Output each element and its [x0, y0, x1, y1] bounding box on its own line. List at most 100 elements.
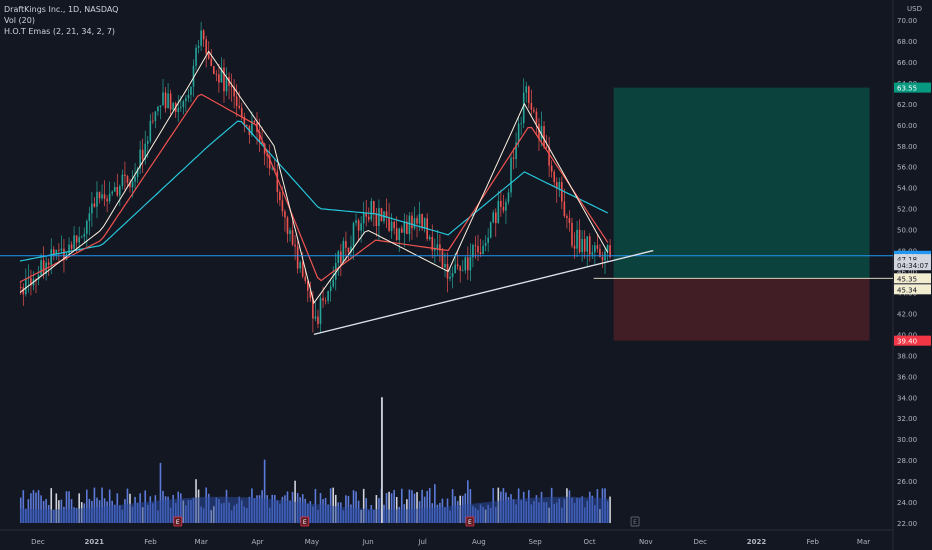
- time-axis-label: Mar: [857, 538, 870, 546]
- candle-body: [545, 146, 548, 148]
- price-chart[interactable]: 70.0068.0066.0064.0062.0060.0058.0056.00…: [0, 0, 932, 550]
- candle-body: [563, 201, 566, 217]
- candle-body: [342, 241, 345, 263]
- time-axis-label: 2021: [84, 538, 104, 546]
- candle-body: [456, 264, 459, 267]
- price-axis-label: 54.00: [897, 185, 917, 193]
- candle-body: [50, 249, 53, 265]
- indicator-legend[interactable]: H.O.T Emas (2, 21, 34, 2, 7): [4, 26, 118, 37]
- price-axis-label: 24.00: [897, 499, 917, 507]
- candle-body: [152, 120, 154, 122]
- time-axis-label: Oct: [583, 538, 595, 546]
- candle-body: [449, 276, 451, 279]
- candle-body: [327, 291, 329, 301]
- candle-body: [218, 74, 220, 83]
- candle-body: [375, 213, 378, 227]
- candle-body: [215, 73, 218, 75]
- candle-body: [167, 93, 169, 109]
- time-axis-label: Feb: [807, 538, 820, 546]
- price-axis-label: 66.00: [897, 59, 917, 67]
- candle-body: [205, 39, 207, 54]
- candle-body: [581, 239, 583, 253]
- price-tag-label: 39.40: [897, 338, 917, 346]
- price-axis-label: 62.00: [897, 101, 917, 109]
- candle-body: [576, 229, 578, 249]
- candle-body: [400, 228, 403, 233]
- price-axis-label: 36.00: [897, 373, 917, 381]
- candle-body: [324, 300, 327, 302]
- candle-body: [157, 106, 159, 112]
- candle-body: [525, 86, 528, 93]
- time-axis-label: Feb: [144, 538, 157, 546]
- candle-body: [47, 262, 50, 265]
- candle-body: [108, 193, 111, 202]
- candle-body: [469, 257, 472, 271]
- candle-body: [25, 278, 27, 295]
- candle-body: [365, 213, 368, 217]
- symbol-legend[interactable]: DraftKings Inc., 1D, NASDAQ: [4, 4, 118, 15]
- candle-body: [428, 237, 431, 240]
- candle-body: [550, 165, 553, 172]
- price-tag-label: 45.35: [897, 275, 917, 283]
- price-axis-label: 56.00: [897, 164, 917, 172]
- candle-body: [294, 244, 296, 247]
- candle-body: [291, 230, 294, 245]
- candle-body: [398, 228, 401, 241]
- time-axis-label: Jun: [362, 538, 374, 546]
- candle-body: [571, 222, 573, 246]
- candle-body: [378, 208, 380, 227]
- candle-body: [502, 206, 505, 211]
- candle-body: [83, 233, 86, 237]
- candle-body: [421, 213, 423, 229]
- candle-body: [489, 222, 492, 238]
- candle-body: [601, 256, 604, 261]
- candle-body: [177, 108, 180, 112]
- candle-body: [451, 273, 454, 277]
- candle-body: [583, 239, 586, 252]
- candle-body: [296, 246, 299, 269]
- candle-body: [75, 235, 78, 243]
- candle-body: [492, 212, 495, 223]
- time-axis-label: Dec: [693, 538, 707, 546]
- candle-body: [131, 181, 134, 188]
- candle-body: [459, 266, 462, 271]
- candle-body: [340, 251, 342, 263]
- candle-body: [101, 194, 103, 199]
- volume-legend[interactable]: Vol (20): [4, 15, 118, 26]
- candle-body: [58, 249, 60, 251]
- candle-body: [86, 220, 88, 234]
- time-axis-label: May: [305, 538, 319, 546]
- price-axis-label: 32.00: [897, 415, 917, 423]
- candle-body: [322, 298, 324, 301]
- candle-body: [246, 125, 248, 127]
- candle-body: [103, 194, 106, 199]
- candle-body: [528, 86, 530, 103]
- candle-body: [284, 211, 286, 218]
- candle-body: [281, 200, 284, 212]
- candle-body: [93, 203, 96, 207]
- candle-body: [441, 250, 444, 268]
- candle-body: [73, 235, 75, 249]
- candle-body: [185, 98, 187, 102]
- candle-body: [416, 218, 418, 224]
- candle-body: [121, 174, 124, 187]
- candle-body: [543, 126, 545, 147]
- candle-body: [507, 192, 510, 202]
- candle-body: [182, 101, 185, 108]
- candle-body: [345, 241, 347, 248]
- candle-body: [352, 223, 355, 247]
- candle-body: [202, 30, 205, 40]
- candle-body: [395, 228, 398, 241]
- candle-body: [357, 220, 360, 231]
- volume-spike-bar: [381, 397, 383, 523]
- time-axis-label: Apr: [251, 538, 263, 546]
- time-axis-label: Jul: [417, 538, 427, 546]
- candle-body: [403, 221, 406, 233]
- candle-body: [314, 316, 317, 319]
- price-axis-label: 70.00: [897, 17, 917, 25]
- candle-body: [588, 236, 591, 255]
- candle-body: [370, 201, 373, 220]
- candle-body: [134, 177, 136, 182]
- candle-body: [299, 262, 301, 269]
- candle-body: [467, 257, 469, 271]
